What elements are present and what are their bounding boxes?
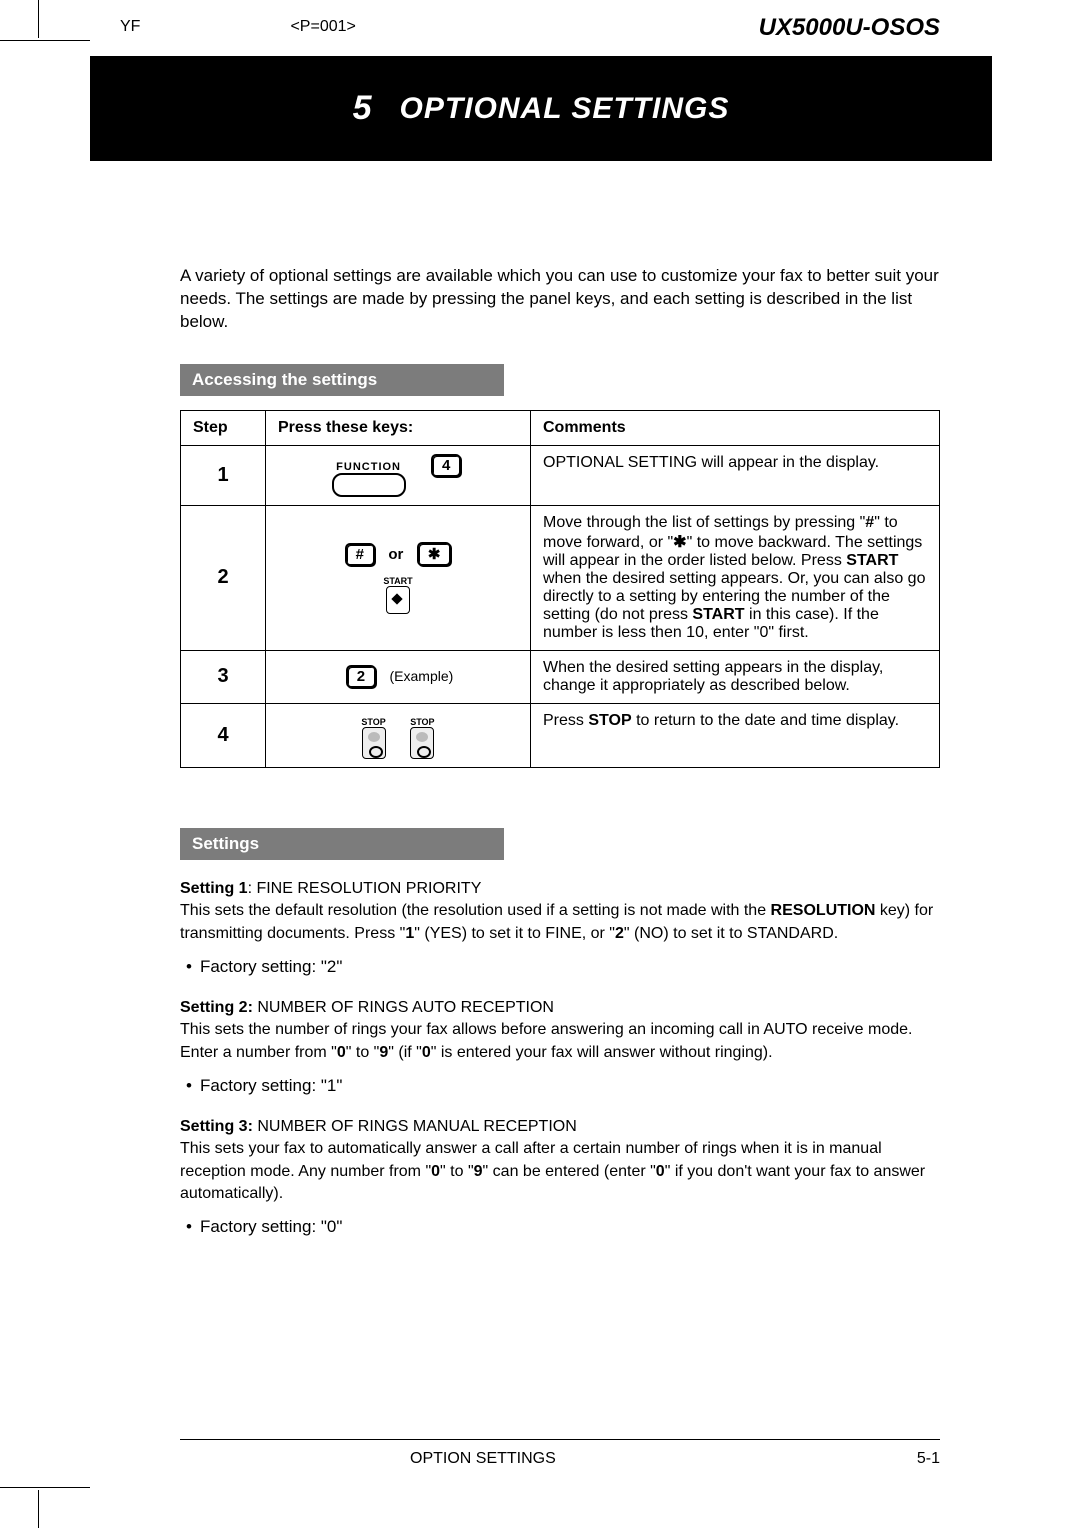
- meta-code: YF: [120, 18, 140, 36]
- function-key-icon: [332, 473, 406, 497]
- digit-key: 2: [346, 665, 376, 688]
- stop-key-label: STOP: [361, 717, 385, 727]
- chapter-number: 5: [353, 89, 372, 128]
- col-comments: Comments: [531, 410, 940, 445]
- factory-setting: Factory setting: "2": [186, 955, 940, 979]
- step-keys: # or ✱ START: [266, 505, 531, 650]
- stop-key-icon: [362, 727, 386, 759]
- step-comment: Press STOP to return to the date and tim…: [531, 703, 940, 767]
- page: YF <P=001> UX5000U-OSOS 5 OPTIONAL SETTI…: [0, 0, 1080, 1528]
- setting-title: Setting 3:: [180, 1118, 253, 1135]
- function-key-label: FUNCTION: [336, 461, 401, 473]
- setting-title: Setting 1: [180, 880, 248, 897]
- step-keys: STOP STOP: [266, 703, 531, 767]
- hash-key: #: [345, 543, 375, 566]
- setting-block: Setting 1: FINE RESOLUTION PRIORITY This…: [180, 878, 940, 979]
- crop-mark: [0, 40, 90, 41]
- step-comment: Move through the list of settings by pre…: [531, 505, 940, 650]
- example-text: (Example): [390, 668, 454, 684]
- section-heading-accessing: Accessing the settings: [180, 364, 504, 396]
- chapter-title: OPTIONAL SETTINGS: [400, 92, 730, 126]
- setting-title: Setting 2:: [180, 999, 253, 1016]
- steps-table: Step Press these keys: Comments 1 FUNCTI…: [180, 410, 940, 768]
- star-key: ✱: [417, 542, 452, 566]
- crop-mark: [38, 1490, 39, 1528]
- step-comment: When the desired setting appears in the …: [531, 650, 940, 703]
- step-keys: FUNCTION 4: [266, 445, 531, 505]
- col-step: Step: [181, 410, 266, 445]
- step-number: 3: [181, 650, 266, 703]
- section-heading-settings: Settings: [180, 828, 504, 860]
- step-comment: OPTIONAL SETTING will appear in the disp…: [531, 445, 940, 505]
- footer-page-number: 5-1: [917, 1450, 940, 1468]
- step-number: 1: [181, 445, 266, 505]
- setting-name: NUMBER OF RINGS MANUAL RECEPTION: [253, 1118, 577, 1135]
- col-keys: Press these keys:: [266, 410, 531, 445]
- stop-key-label: STOP: [410, 717, 434, 727]
- setting-name: NUMBER OF RINGS AUTO RECEPTION: [253, 999, 554, 1016]
- digit-key: 4: [431, 454, 461, 477]
- step-number: 4: [181, 703, 266, 767]
- intro-paragraph: A variety of optional settings are avail…: [180, 265, 940, 334]
- table-row: 3 2 (Example) When the desired setting a…: [181, 650, 940, 703]
- setting-body: This sets the number of rings your fax a…: [180, 1021, 913, 1060]
- factory-setting: Factory setting: "1": [186, 1074, 940, 1098]
- step-keys: 2 (Example): [266, 650, 531, 703]
- page-footer: OPTION SETTINGS 5-1: [180, 1439, 940, 1468]
- start-key-label: START: [383, 576, 412, 586]
- setting-block: Setting 2: NUMBER OF RINGS AUTO RECEPTIO…: [180, 997, 940, 1098]
- content-area: A variety of optional settings are avail…: [180, 230, 940, 1257]
- crop-mark: [0, 1487, 90, 1488]
- table-row: 1 FUNCTION 4 OPTIONAL SETTING will appea…: [181, 445, 940, 505]
- or-text: or: [388, 546, 403, 563]
- step-number: 2: [181, 505, 266, 650]
- chapter-heading: 5 OPTIONAL SETTINGS: [90, 56, 992, 161]
- model-number: UX5000U-OSOS: [759, 14, 940, 42]
- setting-name: : FINE RESOLUTION PRIORITY: [248, 880, 482, 897]
- meta-page-id: <P=001>: [290, 18, 355, 36]
- setting-body: This sets the default resolution (the re…: [180, 902, 933, 941]
- start-key-icon: [386, 586, 410, 614]
- stop-key-icon: [410, 727, 434, 759]
- table-row: 4 STOP STOP Press STOP to return to the …: [181, 703, 940, 767]
- table-row: 2 # or ✱ START Move through the list of …: [181, 505, 940, 650]
- factory-setting: Factory setting: "0": [186, 1215, 940, 1239]
- footer-title: OPTION SETTINGS: [410, 1450, 556, 1468]
- setting-block: Setting 3: NUMBER OF RINGS MANUAL RECEPT…: [180, 1116, 940, 1239]
- setting-body: This sets your fax to automatically answ…: [180, 1140, 925, 1202]
